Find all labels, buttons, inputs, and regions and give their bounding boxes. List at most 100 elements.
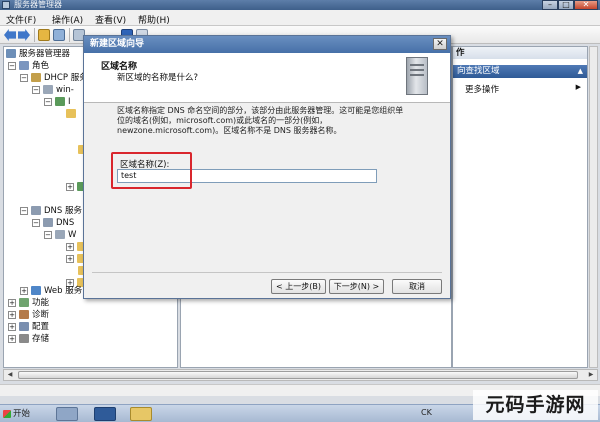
window-title: 服务器管理器 — [14, 0, 62, 9]
cancel-button[interactable]: 取消 — [392, 279, 442, 294]
tree-item-scope-folder[interactable] — [66, 108, 79, 120]
tree-item-label: DHCP 服务 — [44, 73, 88, 83]
server-icon — [43, 85, 53, 94]
wizard-header: 区域名称 新区域的名称是什么? — [84, 53, 450, 103]
dns-icon — [43, 218, 53, 227]
tree-item-label: 角色 — [32, 61, 50, 71]
server-icon — [406, 57, 428, 95]
forward-arrow-icon[interactable] — [18, 29, 30, 41]
description-line: 位的域名(例如，microsoft.com)或此域名的一部分(例如， — [117, 116, 328, 125]
collapse-icon[interactable]: − — [8, 61, 16, 70]
back-button[interactable]: < 上一步(B) — [271, 279, 326, 294]
expand-icon[interactable]: + — [8, 298, 16, 307]
collapse-icon[interactable]: − — [44, 230, 52, 239]
tree-item-web[interactable]: + Web 服务 — [20, 285, 82, 297]
tree-item-label: 诊断 — [32, 310, 50, 320]
new-zone-wizard-dialog: 新建区域向导 ✕ 区域名称 新区域的名称是什么? 区域名称指定 DNS 命名空间… — [83, 35, 451, 299]
show-hide-tree-icon[interactable] — [53, 29, 65, 41]
toolbar-separator — [69, 28, 70, 42]
menu-action[interactable]: 操作(A) — [52, 13, 83, 26]
explorer-folder-icon[interactable] — [130, 407, 152, 421]
windows-logo-icon — [3, 410, 11, 418]
tree-item-roles[interactable]: − 角色 — [8, 60, 49, 72]
collapse-icon[interactable]: − — [32, 218, 40, 227]
expand-icon[interactable]: + — [8, 334, 16, 343]
collapse-icon[interactable]: − — [44, 97, 52, 106]
more-actions-item[interactable]: 更多操作 — [465, 83, 499, 95]
features-icon — [19, 298, 29, 307]
minimize-button[interactable]: – — [542, 0, 558, 10]
dhcp-icon — [31, 73, 41, 82]
dns-icon — [31, 206, 41, 215]
scrollbar-thumb[interactable] — [18, 371, 578, 379]
window-titlebar: 服务器管理器 – □ ✕ — [0, 0, 600, 10]
up-folder-icon[interactable] — [38, 29, 50, 41]
dialog-title: 新建区域向导 — [84, 36, 450, 53]
tree-item-dhcp[interactable]: − DHCP 服务 — [20, 72, 88, 84]
collapse-triangle-icon[interactable]: ▲ — [578, 65, 583, 78]
toolbar-separator — [34, 28, 35, 42]
close-button[interactable]: ✕ — [574, 0, 598, 10]
tree-item-label: 服务器管理器 — [19, 49, 71, 59]
server-manager-icon — [6, 49, 16, 58]
expand-icon[interactable]: + — [66, 254, 74, 263]
highlight-annotation-box — [111, 152, 192, 189]
diagnostics-icon — [19, 310, 29, 319]
tree-item-configuration[interactable]: + 配置 — [8, 321, 49, 333]
expand-icon[interactable]: + — [66, 182, 74, 191]
expand-icon[interactable]: + — [66, 242, 74, 251]
expand-icon[interactable]: + — [8, 322, 16, 331]
expand-icon[interactable]: + — [20, 286, 28, 295]
tree-item-ipv4[interactable]: − I — [44, 96, 71, 108]
back-arrow-icon[interactable] — [4, 29, 16, 41]
tree-item-label: W — [68, 230, 77, 240]
tree-item-dhcp-server[interactable]: − win- — [32, 84, 74, 96]
next-button[interactable]: 下一步(N) > — [329, 279, 384, 294]
ipv4-icon — [55, 97, 65, 106]
collapse-icon[interactable]: − — [20, 73, 28, 82]
actions-header: 作 — [453, 47, 587, 59]
tree-item-label: 功能 — [32, 298, 50, 308]
menu-bar: 文件(F) 操作(A) 查看(V) 帮助(H) — [0, 10, 600, 26]
start-label: 开始 — [13, 409, 31, 419]
start-button[interactable]: 开始 — [2, 407, 36, 421]
app-icon — [2, 1, 10, 9]
tree-item-label: DNS 服务 — [44, 206, 83, 216]
tree-item-label: 存储 — [32, 334, 50, 344]
wizard-subheading: 新区域的名称是什么? — [117, 73, 199, 83]
dialog-close-button[interactable]: ✕ — [433, 38, 447, 50]
menu-view[interactable]: 查看(V) — [95, 13, 126, 26]
submenu-arrow-icon: ▶ — [575, 83, 581, 91]
description-line: newzone.microsoft.com)。区域名称不是 DNS 服务器名称。 — [117, 126, 342, 135]
tree-item-dns-node[interactable]: − DNS — [32, 217, 74, 229]
configuration-icon — [19, 322, 29, 331]
tree-item-storage[interactable]: + 存储 — [8, 333, 49, 345]
actions-selected-group[interactable]: 向查找区域 ▲ — [453, 65, 587, 78]
actions-pane: 作 向查找区域 ▲ 更多操作 ▶ — [452, 46, 588, 368]
language-indicator[interactable]: CK — [421, 408, 432, 417]
tree-item-label: I — [68, 97, 71, 107]
scroll-right-icon[interactable]: ▶ — [585, 370, 597, 380]
watermark-text: 元码手游网 — [473, 390, 598, 420]
expand-icon[interactable]: + — [8, 310, 16, 319]
tree-item-diagnostics[interactable]: + 诊断 — [8, 309, 49, 321]
vertical-scrollbar[interactable] — [589, 46, 598, 368]
horizontal-scrollbar[interactable]: ◀ ▶ — [3, 369, 598, 381]
maximize-button[interactable]: □ — [558, 0, 574, 10]
tree-item-dns[interactable]: − DNS 服务 — [20, 205, 82, 217]
menu-file[interactable]: 文件(F) — [6, 13, 36, 26]
collapse-icon[interactable]: − — [32, 85, 40, 94]
tree-item-label: 配置 — [32, 322, 50, 332]
tree-item-server-manager[interactable]: 服务器管理器 — [6, 48, 70, 60]
tree-item-label: Web 服务 — [44, 286, 83, 296]
web-server-icon — [31, 286, 41, 295]
tree-item-dns-server[interactable]: − W — [44, 229, 76, 241]
collapse-icon[interactable]: − — [20, 206, 28, 215]
roles-icon — [19, 61, 29, 70]
powershell-icon[interactable] — [94, 407, 116, 421]
menu-help[interactable]: 帮助(H) — [138, 13, 170, 26]
tree-item-features[interactable]: + 功能 — [8, 297, 49, 309]
scroll-left-icon[interactable]: ◀ — [4, 370, 16, 380]
tree-item-label: win- — [56, 85, 74, 95]
server-manager-taskbar-icon[interactable] — [56, 407, 78, 421]
